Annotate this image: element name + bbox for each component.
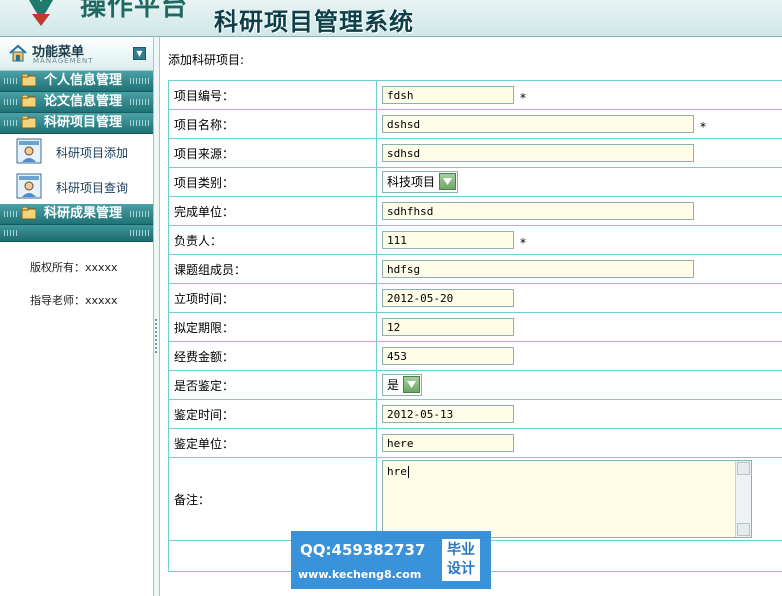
form-row: 立项时间： (168, 283, 782, 313)
remarks-text: hre (387, 465, 407, 478)
field-label: 项目来源： (168, 138, 377, 168)
project-no-input[interactable] (382, 86, 514, 104)
project-form: 项目编号： * 项目名称： * 项目来源： 项目类别： 科技项目 完成单位： 负… (168, 80, 782, 572)
field-label: 鉴定单位： (168, 428, 377, 458)
nav-section-research-results[interactable]: 科研成果管理 (0, 204, 154, 225)
form-row: 鉴定时间： (168, 399, 782, 429)
copyright-text: 版权所有：xxxxx (30, 261, 118, 274)
appraised-select[interactable]: 是 (382, 374, 423, 396)
app-header: 操作平台 科研项目管理系统 (0, 0, 782, 37)
nav-section-personal-info[interactable]: 个人信息管理 (0, 71, 154, 92)
remarks-textarea[interactable]: hre (382, 460, 752, 538)
scrollbar[interactable] (735, 461, 751, 537)
watermark-badge: 毕业 设计 (442, 539, 480, 581)
folder-icon (22, 74, 36, 87)
chevron-down-icon (439, 173, 457, 190)
field-label: 完成单位： (168, 196, 377, 226)
collapse-icon[interactable]: ▼ (133, 47, 146, 60)
appraisal-date-input[interactable] (382, 405, 514, 423)
field-label: 拟定期限： (168, 312, 377, 342)
form-row: 项目来源： (168, 138, 782, 168)
sidebar-splitter[interactable] (153, 37, 160, 596)
nav-section-label: 科研项目管理 (44, 115, 123, 130)
project-name-input[interactable] (382, 115, 694, 133)
form-row: 鉴定单位： (168, 428, 782, 458)
field-label: 项目编号： (168, 80, 377, 110)
system-title: 科研项目管理系统 (214, 7, 414, 36)
watermark-overlay: QQ:459382737 www.kecheng8.com 毕业 设计 (291, 531, 491, 589)
nav-item-label: 科研项目查询 (56, 181, 129, 195)
appraisal-unit-input[interactable] (382, 434, 514, 452)
field-label: 鉴定时间： (168, 399, 377, 429)
form-row: 拟定期限： (168, 312, 782, 342)
nav-section-research-project[interactable]: 科研项目管理 (0, 113, 154, 134)
field-label: 项目名称： (168, 109, 377, 139)
form-row: 项目名称： * (168, 109, 782, 139)
project-type-select[interactable]: 科技项目 (382, 171, 459, 193)
required-mark: * (520, 91, 526, 105)
watermark-url: www.kecheng8.com (298, 568, 422, 581)
completion-unit-input[interactable] (382, 202, 694, 220)
user-card-icon (16, 138, 42, 164)
chevron-down-icon (403, 376, 421, 393)
watermark-qq: QQ:459382737 (300, 541, 426, 559)
nav-item-query-project[interactable]: 科研项目查询 (0, 169, 154, 204)
user-card-icon (16, 173, 42, 199)
menu-header: 功能菜单 MANAGEMENT ▼ (0, 37, 154, 71)
members-input[interactable] (382, 260, 694, 278)
field-label: 负责人： (168, 225, 377, 255)
field-label: 项目类别： (168, 167, 377, 197)
leader-input[interactable] (382, 231, 514, 249)
form-row: 经费金额： (168, 341, 782, 371)
form-row: 备注： hre (168, 457, 782, 541)
nav-item-label: 科研项目添加 (56, 146, 129, 160)
form-row: 负责人： * (168, 225, 782, 255)
badge-line: 设计 (447, 561, 475, 577)
nav-footer-bar (0, 225, 154, 242)
advisor-text: 指导老师：xxxxx (30, 294, 118, 307)
sidebar: 功能菜单 MANAGEMENT ▼ 个人信息管理 论文信息管理 科研项目管理 科… (0, 37, 155, 596)
field-label: 备注： (168, 457, 377, 541)
selected-value: 科技项目 (387, 175, 436, 189)
form-row: 完成单位： (168, 196, 782, 226)
nav-section-paper-info[interactable]: 论文信息管理 (0, 92, 154, 113)
badge-line: 毕业 (447, 542, 475, 558)
planned-period-input[interactable] (382, 318, 514, 336)
scroll-down-icon[interactable] (737, 523, 750, 536)
nav-section-label: 科研成果管理 (44, 206, 123, 221)
form-row: 项目编号： * (168, 80, 782, 110)
page-title: 添加科研项目: (168, 53, 245, 67)
project-source-input[interactable] (382, 144, 694, 162)
form-row: 是否鉴定： 是 (168, 370, 782, 400)
logo-icon (29, 0, 53, 26)
field-label: 立项时间： (168, 283, 377, 313)
funding-input[interactable] (382, 347, 514, 365)
folder-icon (22, 207, 36, 220)
logo-text: 操作平台 (80, 0, 189, 22)
main-content: 添加科研项目: 项目编号： * 项目名称： * 项目来源： 项目类别： 科技项目… (160, 37, 782, 596)
field-label: 是否鉴定： (168, 370, 377, 400)
nav-item-add-project[interactable]: 科研项目添加 (0, 134, 154, 169)
field-label: 经费金额： (168, 341, 377, 371)
folder-icon (22, 116, 36, 129)
folder-icon (22, 95, 36, 108)
scroll-up-icon[interactable] (737, 462, 750, 475)
required-mark: * (520, 236, 526, 250)
start-date-input[interactable] (382, 289, 514, 307)
nav-section-label: 论文信息管理 (44, 94, 123, 109)
menu-subtitle: MANAGEMENT (33, 57, 94, 65)
form-row: 课题组成员： (168, 254, 782, 284)
field-label: 课题组成员： (168, 254, 377, 284)
house-icon (9, 44, 27, 62)
required-mark: * (700, 120, 706, 134)
selected-value: 是 (387, 378, 400, 392)
nav-section-label: 个人信息管理 (44, 73, 123, 88)
form-row: 项目类别： 科技项目 (168, 167, 782, 197)
